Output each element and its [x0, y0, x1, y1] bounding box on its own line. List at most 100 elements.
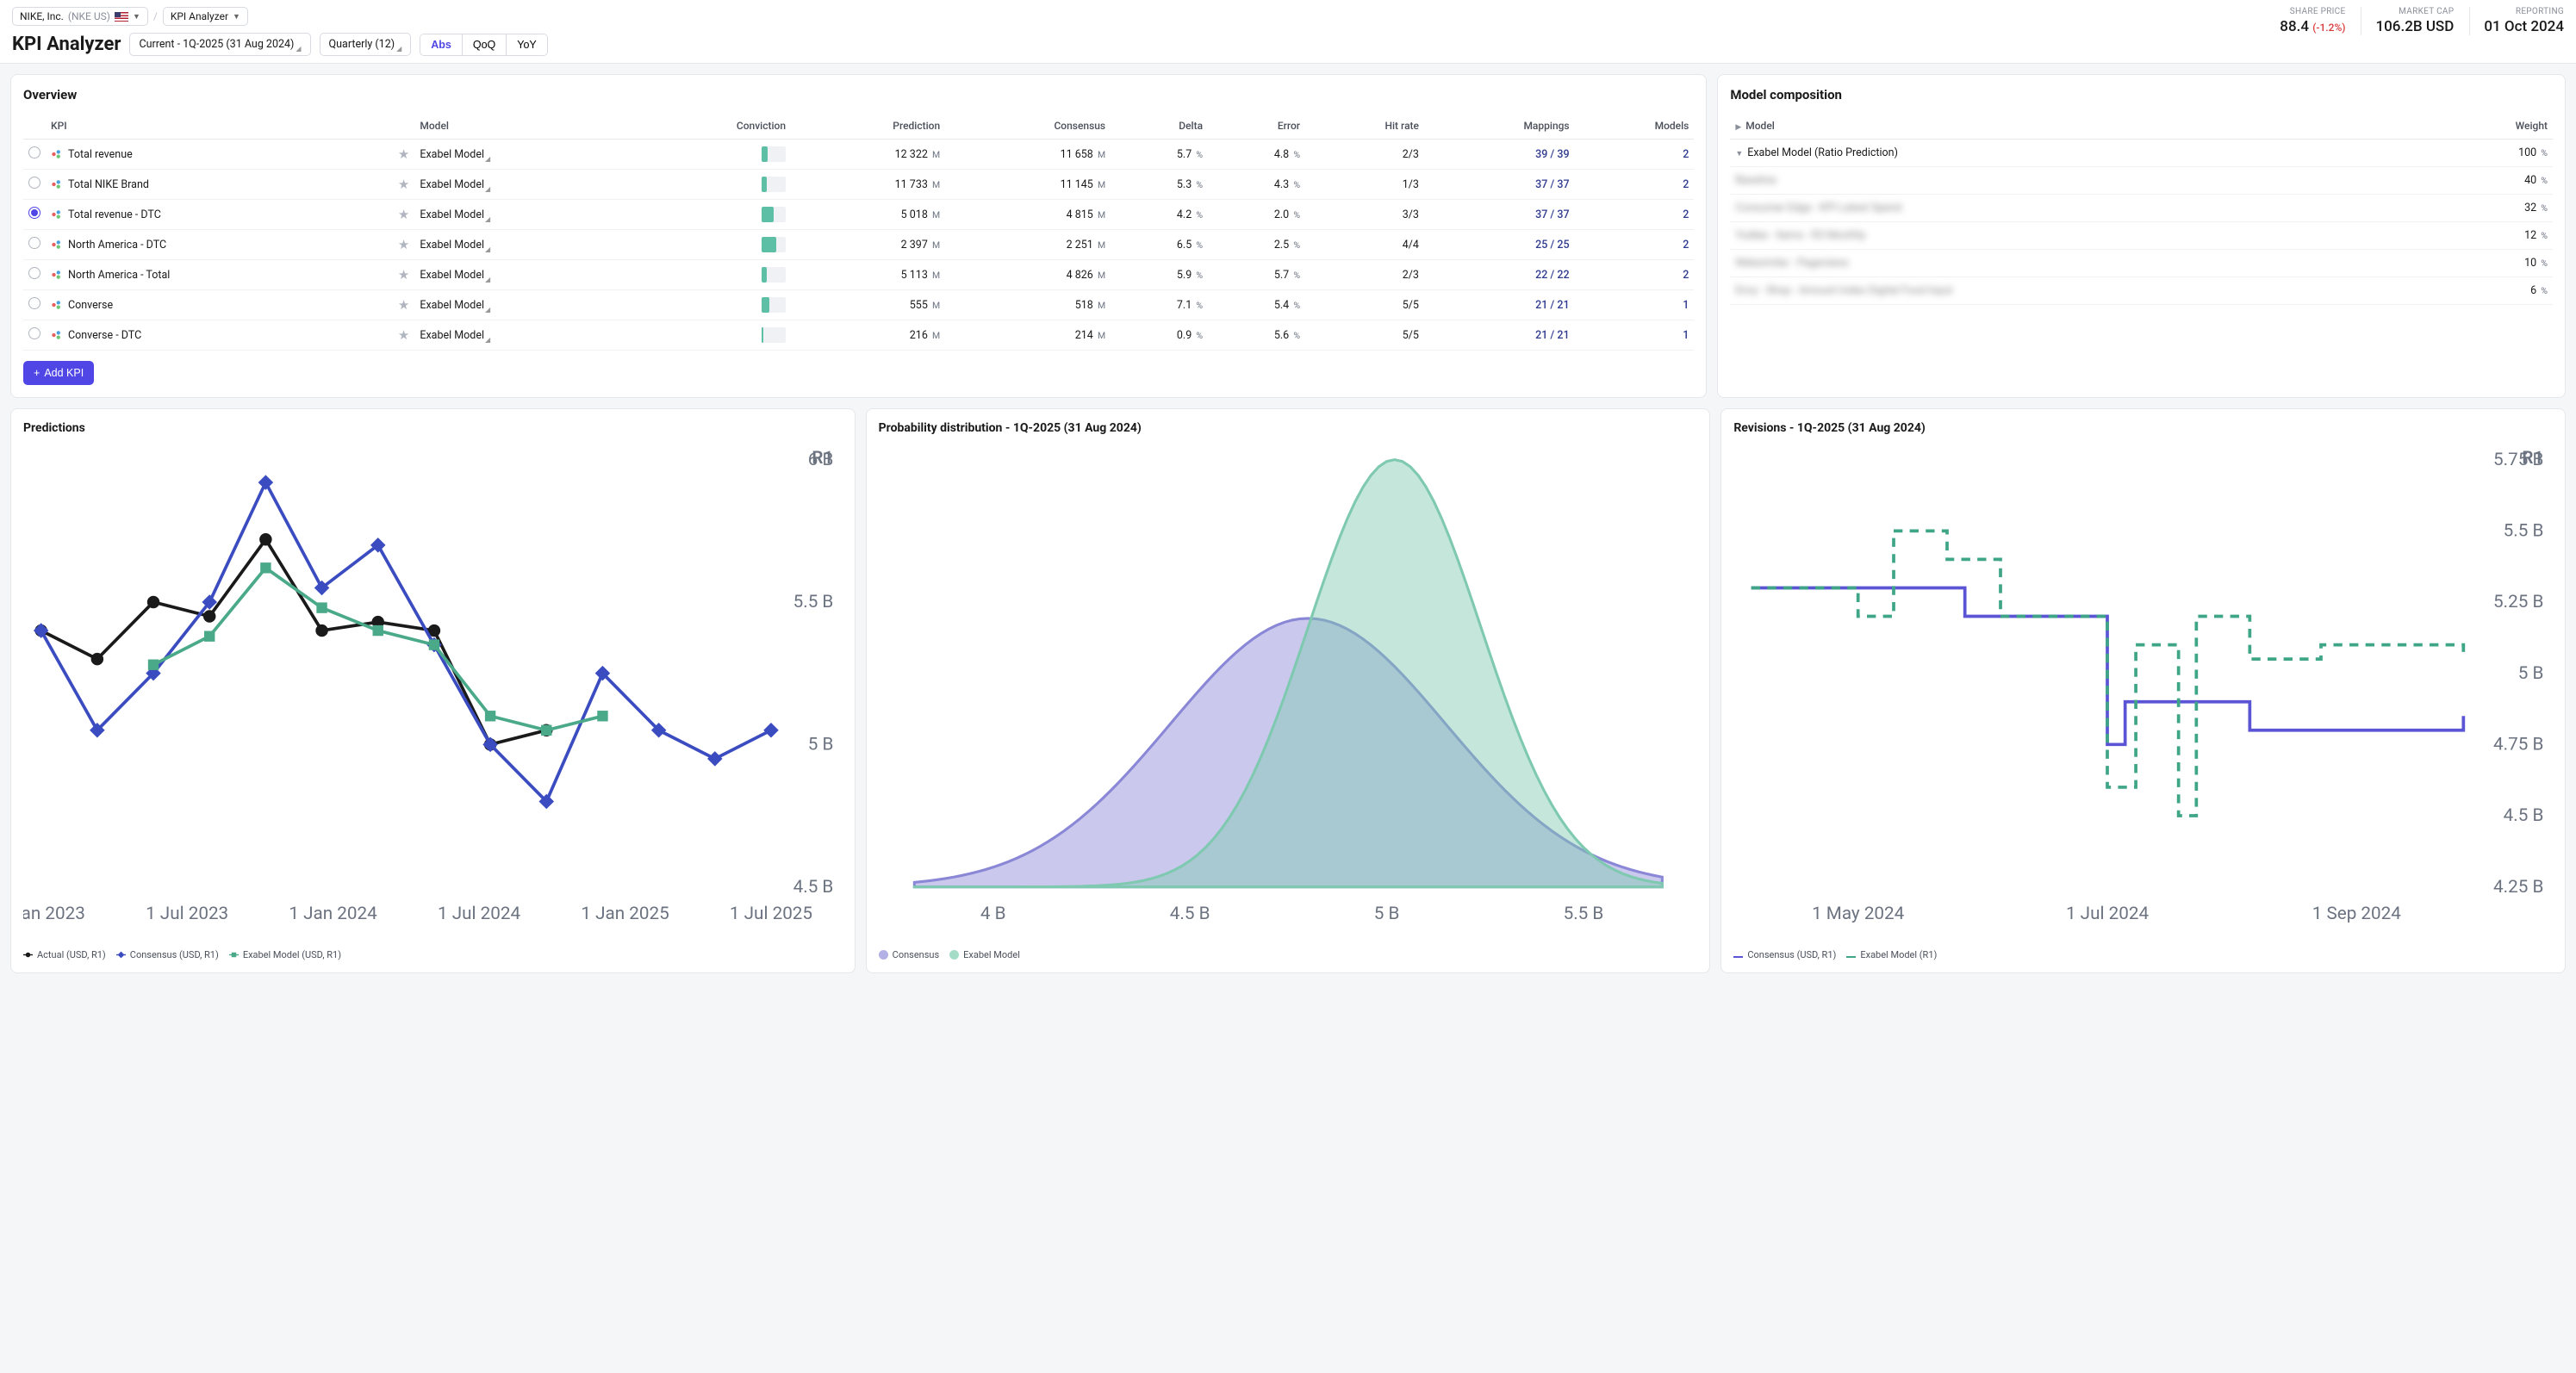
row-radio[interactable] — [28, 237, 40, 249]
plus-icon: + — [34, 367, 40, 379]
seg-qoq[interactable]: QoQ — [463, 34, 507, 55]
kpi-name[interactable]: Converse — [68, 299, 113, 312]
topbar: NIKE, Inc. (NKE US) ▼ / KPI Analyzer ▼ K… — [0, 0, 2576, 64]
add-kpi-button[interactable]: + Add KPI — [23, 361, 94, 385]
resize-icon: ◢ — [485, 155, 490, 163]
model-name-redacted: Websimilar - Pageviews — [1735, 257, 1849, 270]
kpi-name[interactable]: North America - DTC — [68, 239, 166, 252]
conviction-bar — [762, 327, 786, 343]
model-name[interactable]: Exabel Model (Ratio Prediction) — [1747, 146, 1898, 159]
row-radio[interactable] — [28, 327, 40, 339]
svg-text:5.25 B: 5.25 B — [2493, 592, 2543, 612]
model-name-redacted: Consumer Edge - KPI Latest Spend — [1735, 202, 1901, 214]
page-title: KPI Analyzer — [12, 34, 121, 55]
frequency-selector[interactable]: Quarterly (12)◢ — [320, 33, 412, 56]
models-link[interactable]: 2 — [1683, 239, 1689, 252]
breadcrumb-page[interactable]: KPI Analyzer ▼ — [163, 7, 248, 26]
kpi-name[interactable]: Total revenue - DTC — [68, 208, 161, 221]
star-icon[interactable]: ★ — [398, 237, 409, 252]
mappings-link[interactable]: 39 / 39 — [1535, 148, 1570, 161]
model-selector[interactable]: Exabel Model ◢ — [420, 239, 625, 252]
models-link[interactable]: 2 — [1683, 208, 1689, 221]
star-icon[interactable]: ★ — [398, 327, 409, 343]
svg-text:5.5 B: 5.5 B — [793, 592, 834, 612]
model-selector[interactable]: Exabel Model ◢ — [420, 178, 625, 191]
seg-abs[interactable]: Abs — [420, 34, 463, 55]
breadcrumb-sep: / — [153, 10, 158, 22]
models-link[interactable]: 2 — [1683, 148, 1689, 161]
star-icon[interactable]: ★ — [398, 177, 409, 192]
topbar-left: NIKE, Inc. (NKE US) ▼ / KPI Analyzer ▼ K… — [12, 7, 548, 56]
svg-text:4 B: 4 B — [980, 904, 1006, 924]
mappings-link[interactable]: 37 / 37 — [1535, 208, 1570, 221]
table-row: Envy - Shop - Amount Index Digital Food … — [1730, 277, 2553, 305]
row-radio[interactable] — [28, 146, 40, 158]
chevron-right-icon[interactable]: ▶ — [1735, 123, 1741, 132]
row-radio[interactable] — [28, 207, 40, 219]
model-name-redacted: Yodlee - Items - R3 Monthly — [1735, 229, 1865, 242]
chevron-down-icon[interactable]: ▼ — [1735, 149, 1743, 158]
model-selector[interactable]: Exabel Model ◢ — [420, 148, 625, 161]
kpi-icon — [51, 329, 63, 341]
row-radio[interactable] — [28, 267, 40, 279]
breadcrumb-company[interactable]: NIKE, Inc. (NKE US) ▼ — [12, 7, 148, 26]
resize-icon: ◢ — [485, 185, 490, 193]
row-radio[interactable] — [28, 177, 40, 189]
svg-text:4.5 B: 4.5 B — [2504, 805, 2544, 826]
seg-yoy[interactable]: YoY — [507, 34, 546, 55]
models-link[interactable]: 2 — [1683, 178, 1689, 191]
star-icon[interactable]: ★ — [398, 207, 409, 222]
svg-text:5.5 B: 5.5 B — [2504, 521, 2544, 542]
kpi-name[interactable]: Total NIKE Brand — [68, 178, 149, 191]
star-icon[interactable]: ★ — [398, 297, 409, 313]
revisions-chart[interactable]: R14.25 B4.5 B4.75 B5 B5.25 B5.5 B5.75 B1… — [1733, 442, 2553, 941]
topbar-metrics: SHARE PRICE 88.4 (-1.2%) MARKET CAP 106.… — [2266, 7, 2564, 35]
mappings-link[interactable]: 25 / 25 — [1535, 239, 1570, 252]
revisions-legend: Consensus (USD, R1) Exabel Model (R1) — [1733, 949, 2553, 960]
kpi-name[interactable]: Total revenue — [68, 148, 133, 161]
svg-text:1 Jul 2023: 1 Jul 2023 — [146, 904, 228, 924]
svg-text:1 Jul 2024: 1 Jul 2024 — [2066, 904, 2149, 924]
table-row: Websimilar - Pageviews10 % — [1730, 250, 2553, 277]
model-selector[interactable]: Exabel Model ◢ — [420, 299, 625, 312]
row-radio[interactable] — [28, 297, 40, 309]
chevron-down-icon: ▼ — [133, 12, 140, 22]
predictions-title: Predictions — [23, 421, 843, 435]
svg-text:4.5 B: 4.5 B — [1169, 904, 1210, 924]
model-selector[interactable]: Exabel Model ◢ — [420, 329, 625, 342]
metric-reporting: REPORTING 01 Oct 2024 — [2469, 7, 2564, 35]
kpi-name[interactable]: North America - Total — [68, 269, 170, 282]
period-selector[interactable]: Current - 1Q-2025 (31 Aug 2024)◢ — [129, 33, 310, 56]
kpi-name[interactable]: Converse - DTC — [68, 329, 141, 342]
star-icon[interactable]: ★ — [398, 146, 409, 162]
view-mode-segment: Abs QoQ YoY — [420, 34, 548, 56]
title-row: KPI Analyzer Current - 1Q-2025 (31 Aug 2… — [12, 33, 548, 56]
mappings-link[interactable]: 21 / 21 — [1535, 329, 1570, 342]
resize-icon: ◢ — [485, 215, 490, 223]
model-selector[interactable]: Exabel Model ◢ — [420, 269, 625, 282]
star-icon[interactable]: ★ — [398, 267, 409, 283]
predictions-chart[interactable]: R14.5 B5 B5.5 B6 B1 Jan 20231 Jul 20231 … — [23, 442, 843, 941]
svg-text:5 B: 5 B — [1373, 904, 1399, 924]
model-selector[interactable]: Exabel Model ◢ — [420, 208, 625, 221]
mappings-link[interactable]: 21 / 21 — [1535, 299, 1570, 312]
mappings-link[interactable]: 37 / 37 — [1535, 178, 1570, 191]
conviction-bar — [762, 297, 786, 313]
svg-text:6 B: 6 B — [808, 450, 834, 470]
table-row: Total revenue - DTC★Exabel Model ◢5 018 … — [23, 200, 1694, 230]
models-link[interactable]: 2 — [1683, 269, 1689, 282]
resize-icon: ◢ — [485, 306, 490, 314]
table-row: North America - Total★Exabel Model ◢5 11… — [23, 260, 1694, 290]
resize-icon: ◢ — [485, 245, 490, 253]
resize-icon: ◢ — [485, 276, 490, 283]
table-row: Consumer Edge - KPI Latest Spend32 % — [1730, 195, 2553, 222]
svg-text:5 B: 5 B — [2518, 663, 2544, 684]
models-link[interactable]: 1 — [1683, 329, 1689, 342]
prob-chart[interactable]: 4 B4.5 B5 B5.5 B — [879, 442, 1698, 941]
table-row: Yodlee - Items - R3 Monthly12 % — [1730, 222, 2553, 250]
metric-share-price: SHARE PRICE 88.4 (-1.2%) — [2266, 7, 2345, 35]
svg-text:1 Sep 2024: 1 Sep 2024 — [2312, 904, 2402, 924]
mappings-link[interactable]: 22 / 22 — [1535, 269, 1570, 282]
models-link[interactable]: 1 — [1683, 299, 1689, 312]
kpi-icon — [51, 269, 63, 281]
